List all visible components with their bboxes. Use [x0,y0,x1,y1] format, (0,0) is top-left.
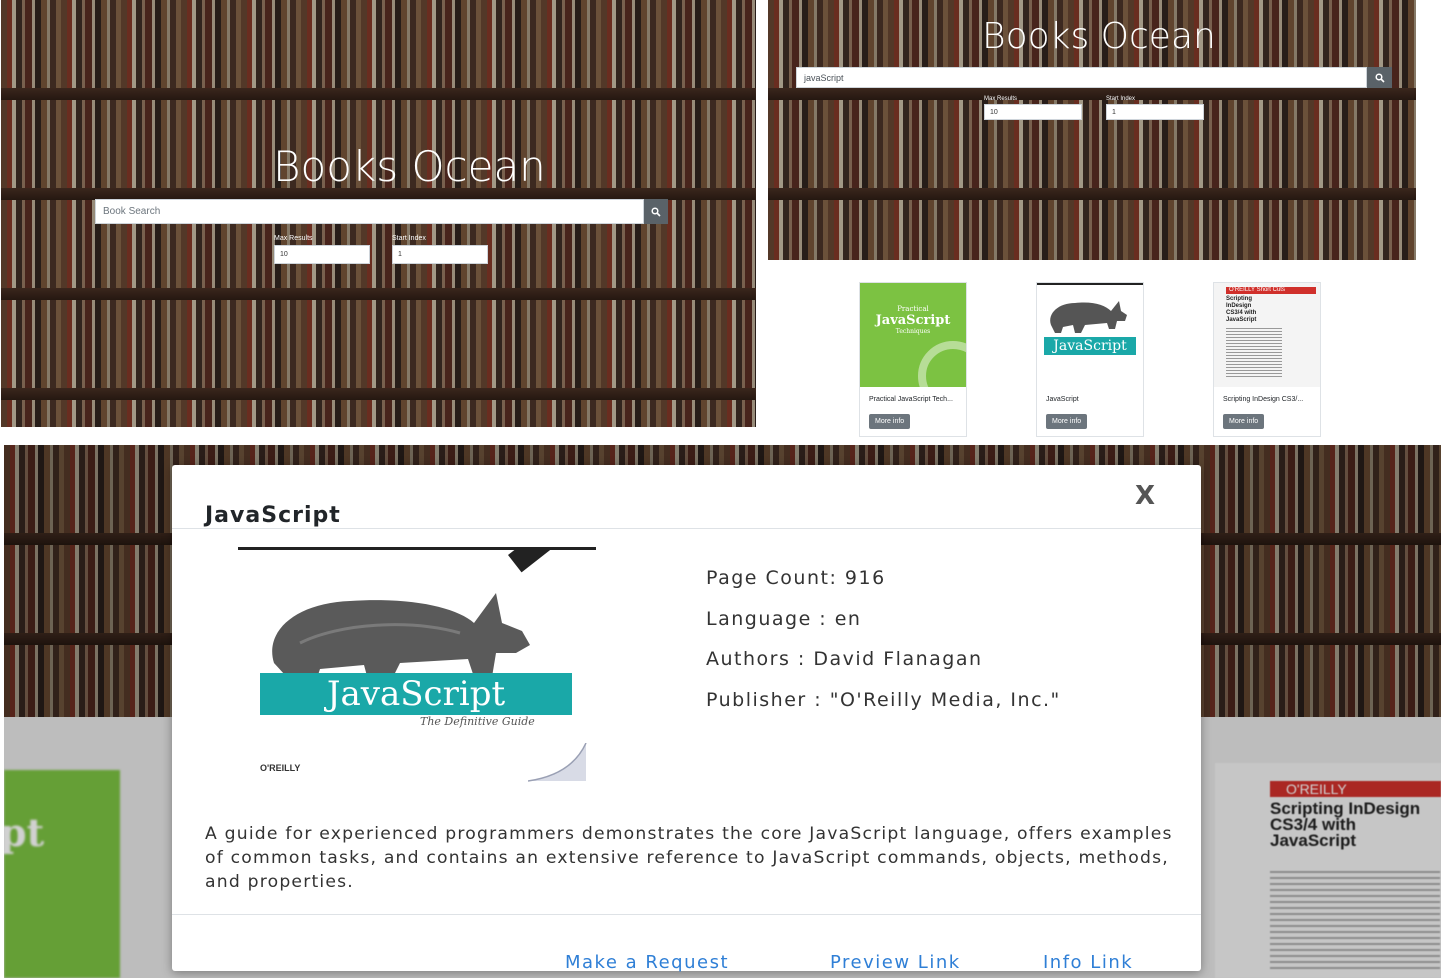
authors: Authors : David Flanagan [706,648,983,670]
cover-title: JavaScript [1044,337,1136,355]
book-cover-image: JavaScript The Definitive Guide O'REILLY [238,547,596,785]
more-info-button[interactable]: More info [869,414,911,429]
book-cover[interactable]: O'REILLY Short Cuts Scripting InDesign C… [1214,283,1320,387]
book-title: Scripting InDesign CS3/... [1223,396,1304,403]
search-input[interactable]: javaScript [796,67,1367,88]
max-results-input[interactable]: 10 [274,245,370,264]
book-description: A guide for experienced programmers demo… [205,824,1173,892]
book-card: O'REILLY Short Cuts Scripting InDesign C… [1213,282,1321,437]
search-bar: javaScript [796,67,1392,88]
book-card: Practical JavaScript Techniques Practica… [859,282,967,437]
start-index-field: Start Index 1 [1106,96,1204,120]
cover-brand: O'REILLY [1229,287,1255,293]
cover-title: Scripting InDesign CS3/4 with JavaScript [1226,296,1257,323]
search-icon [1374,72,1385,83]
cover-subtitle: Techniques [895,328,931,335]
home-screen: Books Ocean Book Search Max Results 10 S… [1,0,756,427]
more-info-button[interactable]: More info [1046,414,1088,429]
language: Language : en [706,608,862,630]
page-curl-icon [528,743,587,782]
info-link[interactable]: Info Link [1043,952,1133,973]
max-results-field: Max Results 10 [274,235,370,264]
max-results-label: Max Results [274,235,313,242]
results-screen: Books Ocean javaScript Max Results 10 St… [768,0,1441,440]
max-results-field: Max Results 10 [984,96,1082,120]
cover-text-lines [1226,328,1282,378]
preview-link[interactable]: Preview Link [830,952,961,973]
start-index-label: Start Index [392,235,426,242]
search-icon [651,206,661,217]
modal-title: JavaScript [205,503,341,528]
search-button[interactable] [1367,67,1392,88]
start-index-input[interactable]: 1 [1106,104,1204,120]
search-input[interactable]: Book Search [95,199,644,224]
publisher: Publisher : "O'Reilly Media, Inc." [706,689,1061,711]
start-index-field: Start Index 1 [392,235,488,264]
close-icon[interactable]: X [1135,481,1155,511]
cover-pretitle: Practical [897,305,929,313]
search-button[interactable] [644,199,668,224]
book-title: Practical JavaScript Tech... [869,396,953,403]
page-title: Books Ocean [273,142,546,191]
max-results-input[interactable]: 10 [984,104,1082,120]
cover-title: JavaScript [260,673,572,715]
modal-header-divider [172,528,1201,529]
cover-circle-decoration [918,341,966,387]
cover-title: JavaScript [875,313,951,328]
more-info-button[interactable]: More info [1223,414,1265,429]
start-index-input[interactable]: 1 [392,245,488,264]
book-cover[interactable]: Practical JavaScript Techniques [860,283,966,387]
page-title: Books Ocean [982,16,1216,57]
make-request-link[interactable]: Make a Request [565,952,729,973]
max-results-label: Max Results [984,96,1018,102]
cover-title-block: Practical JavaScript Techniques [860,305,966,335]
book-cover[interactable]: JavaScript [1037,283,1143,387]
modal-footer-divider [172,914,1201,915]
cover-series: Short Cuts [1256,287,1285,293]
book-card: JavaScript JavaScript More info [1036,282,1144,437]
search-bar: Book Search [95,199,668,224]
cover-publisher: O'REILLY [260,763,301,773]
cover-subtitle: The Definitive Guide [420,715,535,728]
book-title: JavaScript [1046,396,1079,403]
cover-top-rule [1037,283,1143,285]
rhino-illustration [1050,301,1127,333]
book-detail-screen: pt O'REILLY Scripting InDesign CS3/4 wit… [4,445,1441,978]
cover-corner-ribbon [508,547,596,573]
cover-publisher-band: O'REILLY Short Cuts [1226,287,1316,294]
page-count: Page Count: 916 [706,567,886,589]
results-header: Books Ocean javaScript Max Results 10 St… [768,0,1416,260]
book-detail-modal: JavaScript X JavaScript The Definitive G… [172,465,1201,973]
start-index-label: Start Index [1106,96,1136,102]
